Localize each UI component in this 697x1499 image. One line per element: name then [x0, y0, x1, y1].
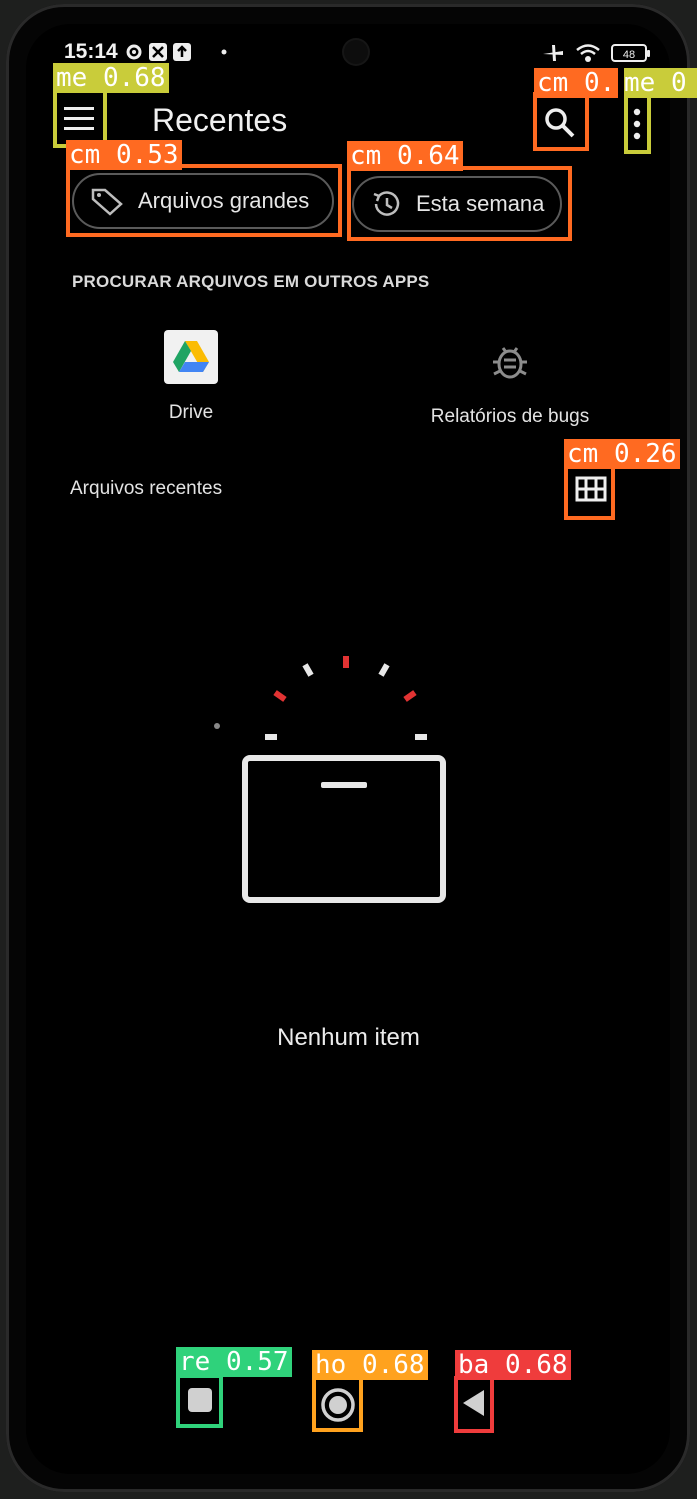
detection-box-recents: [176, 1374, 223, 1428]
detection-box-more: [624, 92, 651, 154]
detection-label: ho 0.68: [312, 1350, 428, 1380]
detection-box-grid-view: [564, 464, 615, 520]
status-time: 15:14: [64, 40, 118, 63]
detection-box-back: [454, 1376, 494, 1433]
upload-notification-icon: [173, 43, 191, 61]
recent-files-label: Arquivos recentes: [70, 478, 223, 499]
status-right-icons: 48: [541, 42, 650, 64]
detection-box-chip-this-week: [347, 166, 572, 241]
detection-label: ba 0.68: [455, 1350, 571, 1380]
empty-box-illustration: [214, 656, 446, 903]
detection-label: me 0: [624, 68, 697, 98]
detection-label: cm 0.26: [564, 439, 680, 469]
detection-box-chip-large-files: [66, 164, 342, 237]
app-label: Relatórios de bugs: [430, 406, 590, 427]
app-tile-drive[interactable]: Drive: [140, 330, 242, 424]
wifi-icon: [576, 44, 600, 62]
app-tile-bug-reports[interactable]: Relatórios de bugs: [420, 340, 600, 428]
airplane-mode-icon: [543, 45, 563, 61]
notification-app-icon: [149, 43, 167, 61]
app-label: Drive: [168, 402, 214, 423]
battery-icon: 48: [611, 44, 650, 62]
google-drive-icon: [164, 330, 218, 384]
settings-gear-icon: [126, 44, 142, 60]
bug-icon: [493, 347, 527, 379]
detection-box-home: [312, 1375, 363, 1432]
dot-icon: [221, 49, 227, 55]
empty-state-message: Nenhum item: [277, 1024, 420, 1051]
detection-label: me 0.68: [53, 63, 169, 93]
detection-box-search: [533, 92, 589, 151]
section-header-other-apps: PROCURAR ARQUIVOS EM OUTROS APPS: [72, 272, 430, 291]
detection-label: cm 0.64: [347, 141, 463, 171]
detection-label: re 0.57: [176, 1347, 292, 1377]
detection-label: cm 0.53: [66, 140, 182, 170]
page-title: Recentes: [152, 102, 288, 138]
detection-box-menu: [53, 88, 107, 148]
detection-label: cm 0.: [534, 68, 619, 98]
